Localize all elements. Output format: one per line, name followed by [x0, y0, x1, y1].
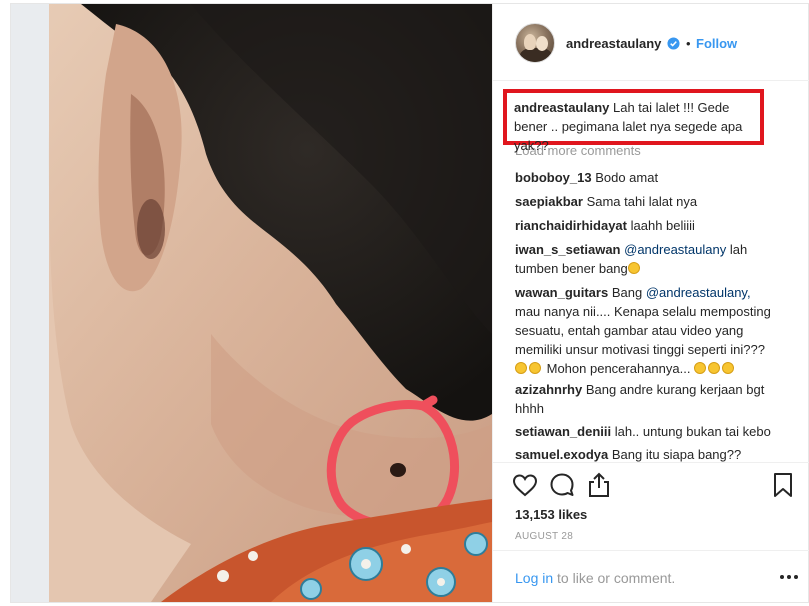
login-prompt: Log in to like or comment. [515, 570, 675, 586]
comment-text: mau nanya nii.... Kenapa selalu memposti… [515, 304, 771, 357]
comment-icon[interactable] [548, 471, 576, 499]
laughing-emoji-icon [627, 262, 640, 274]
comment-item: samuel.exodya Bang itu siapa bang?? [515, 445, 787, 462]
more-options-icon[interactable] [779, 570, 799, 584]
neck-photo-image [11, 4, 492, 602]
comment-username[interactable]: wawan_guitars [515, 285, 608, 300]
comment-username[interactable]: saepiakbar [515, 194, 583, 209]
comment-text-before: Bang [611, 285, 643, 300]
comment-text: Bodo amat [595, 170, 659, 185]
comment-item: wawan_guitars Bang @andreastaulany, mau … [515, 283, 771, 378]
post-photo [11, 4, 492, 602]
comment-item: azizahnrhy Bang andre kurang kerjaan bgt… [515, 380, 775, 418]
post-actions: 13,153 likes AUGUST 28 [493, 462, 809, 542]
post-header: andreastaulany • Follow [493, 4, 809, 81]
bookmark-icon[interactable] [769, 471, 797, 499]
post-side-panel: andreastaulany • Follow andreastaulany L… [492, 4, 809, 602]
laughing-emoji-icon [529, 362, 541, 374]
comment-item: iwan_s_setiawan @andreastaulany lah tumb… [515, 240, 755, 278]
comment-item: rianchaidirhidayat laahh beliiii [515, 216, 787, 235]
comment-text: lah.. untung bukan tai kebo [614, 424, 771, 439]
comment-text: Bang itu siapa bang?? [611, 447, 742, 462]
comment-mention[interactable]: @andreastaulany [624, 242, 726, 257]
share-icon[interactable] [585, 471, 613, 499]
header-username[interactable]: andreastaulany [566, 36, 661, 51]
comment-text: laahh beliiii [630, 218, 695, 233]
laughing-emoji-icon [722, 362, 735, 374]
comment-username[interactable]: setiawan_deniii [515, 424, 611, 439]
comment-username[interactable]: azizahnrhy [515, 382, 582, 397]
comment-text-after: Mohon pencerahannya... [546, 361, 691, 376]
comment-text: Sama tahi lalat nya [586, 194, 698, 209]
follow-button[interactable]: Follow [696, 36, 737, 51]
comment-mention[interactable]: @andreastaulany, [646, 285, 751, 300]
comment-item: boboboy_13 Bodo amat [515, 168, 787, 187]
caption-username[interactable]: andreastaulany [514, 100, 609, 115]
comments-list[interactable]: andreastaulany Lah tai lalet !!! Gede be… [493, 82, 809, 462]
comment-item: setiawan_deniii lah.. untung bukan tai k… [515, 422, 787, 441]
login-footer: Log in to like or comment. [493, 550, 809, 602]
comment-username[interactable]: iwan_s_setiawan [515, 242, 621, 257]
caption: andreastaulany Lah tai lalet !!! Gede be… [514, 98, 764, 155]
login-link[interactable]: Log in [515, 570, 553, 586]
separator-dot: • [686, 36, 691, 51]
laughing-emoji-icon [708, 362, 721, 374]
post-date: AUGUST 28 [515, 531, 574, 542]
comment-username[interactable]: rianchaidirhidayat [515, 218, 627, 233]
comment-username[interactable]: samuel.exodya [515, 447, 608, 462]
verified-badge-icon [667, 37, 680, 50]
heart-icon[interactable] [511, 471, 539, 499]
instagram-post: andreastaulany • Follow andreastaulany L… [10, 3, 809, 603]
laughing-emoji-icon [515, 362, 527, 374]
laughing-emoji-icon [694, 362, 707, 374]
login-prompt-text: to like or comment. [557, 570, 676, 586]
avatar[interactable] [515, 23, 555, 63]
comment-item: saepiakbar Sama tahi lalat nya [515, 192, 787, 211]
comment-username[interactable]: boboboy_13 [515, 170, 592, 185]
likes-count[interactable]: 13,153 likes [515, 507, 587, 522]
